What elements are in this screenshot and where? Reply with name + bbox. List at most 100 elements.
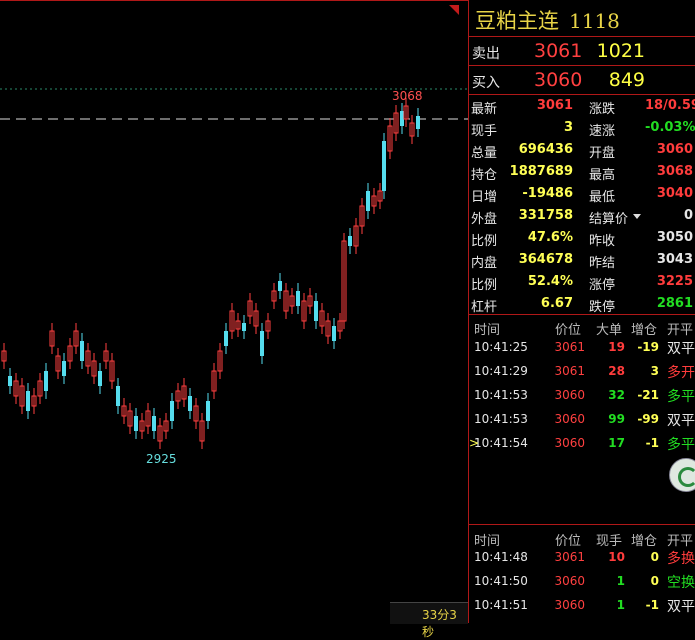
trade-volume: 99 [608,412,625,426]
stat-value: 3060 [656,142,693,157]
stat-label: 开盘 [589,146,616,161]
stat-left-3: 持仓 1887689 [471,161,573,183]
stat-left-5: 外盘 331758 [471,205,573,227]
stat-right-1: 速涨 -0.03% [589,117,695,139]
trade-increase: -19 [637,340,659,354]
countdown-timer: 33分3秒 [390,602,468,639]
stat-label: 内盘 [471,256,498,271]
trade-row[interactable]: 10:41:51 3060 1 -1 双平 [469,594,695,618]
corner-menu-icon[interactable] [449,5,459,15]
stat-value: -0.03% [645,120,695,135]
stat-label: 现手 [471,124,498,139]
candle-body [348,236,352,246]
stat-left-9: 杠杆 6.67 [471,293,573,315]
candle-body [332,326,336,341]
app-logo-icon[interactable] [669,458,695,492]
candle-body [296,291,300,306]
stat-value: 18/0.59% [645,98,695,113]
candle-body [80,341,84,361]
stat-label: 昨结 [589,256,616,271]
trade-row[interactable]: 10:41:54 3060 17 -1 多平 > [469,432,695,456]
stat-label: 日增 [471,190,498,205]
high-price-label: 3068 [392,89,423,103]
stat-value: 3 [563,120,573,135]
trade-price: 3060 [554,574,585,588]
trade-type: 多平 [667,437,695,453]
trade-price: 3060 [554,436,585,450]
candle-body [98,371,102,386]
bid-row[interactable]: 买入 3060 849 [469,67,695,95]
stat-label: 比例 [471,234,498,249]
candle-body [224,331,228,346]
instrument-title[interactable]: 豆粕主连 1118 [475,5,620,35]
trade-price: 3060 [554,388,585,402]
stat-label: 外盘 [471,212,498,227]
stat-value: 47.6% [527,230,573,245]
stat-right-8: 涨停 3225 [589,271,695,293]
candle-body [170,401,174,421]
candle-body [382,141,386,191]
candle-body [242,323,246,331]
trade-increase: -21 [637,388,659,402]
stat-left-1: 现手 3 [471,117,573,139]
stat-right-4: 最低 3040 [589,183,695,205]
trade-volume: 17 [608,436,625,450]
candle-body [44,371,48,391]
bid-volume: 849 [608,69,645,91]
stat-value: -19486 [522,186,573,201]
candle-body [62,361,66,376]
candlestick-chart[interactable]: 3068 2925 33分3秒 [0,0,468,639]
trade-increase: 3 [650,364,659,378]
stat-value: 6.67 [540,296,573,311]
trade-volume: 28 [608,364,625,378]
trade-time: 10:41:25 [474,340,528,354]
stat-right-3: 最高 3068 [589,161,695,183]
candle-body [260,331,264,356]
trade-row[interactable]: 10:41:25 3061 19 -19 双平 [469,336,695,360]
stat-value: 3225 [656,274,693,289]
stat-label: 总量 [471,146,498,161]
candle-body [206,401,210,421]
stat-right-9: 跌停 2861 [589,293,695,315]
stat-label: 最高 [589,168,616,183]
instrument-name: 豆粕主连 [475,9,559,33]
stat-value: 696436 [518,142,573,157]
quote-panel: 豆粕主连 1118 卖出 3061 1021 买入 3060 849 最新 3061… [468,0,695,623]
stat-value: 3040 [656,186,693,201]
stat-label: 最低 [589,190,616,205]
stat-value: 2861 [656,296,693,311]
trade-volume: 1 [616,598,625,612]
low-price-label: 2925 [146,452,177,466]
stat-left-0: 最新 3061 [471,95,573,117]
trade-type: 双平 [667,341,695,357]
stat-label: 最新 [471,102,498,117]
stat-right-6: 昨收 3050 [589,227,695,249]
trade-row[interactable]: 10:41:29 3061 28 3 多开 [469,360,695,384]
trade-price: 3060 [554,598,585,612]
trade-price: 3060 [554,412,585,426]
settle-dropdown-icon[interactable] [633,214,641,219]
instrument-code: 1118 [569,9,620,33]
candle-body [188,396,192,411]
trade-price: 3061 [554,364,585,378]
candle-body [366,191,370,211]
trade-time: 10:41:29 [474,364,528,378]
trade-row[interactable]: 10:41:53 3060 99 -99 双平 [469,408,695,432]
trade-row[interactable]: 10:41:50 3060 1 0 空换 [469,570,695,594]
trade-price: 3061 [554,550,585,564]
trade-type: 双平 [667,599,695,615]
bid-price: 3060 [534,69,583,91]
trade-time: 10:41:48 [474,550,528,564]
ask-row[interactable]: 卖出 3061 1021 [469,38,695,66]
stat-label: 杠杆 [471,300,498,315]
trade-type: 双平 [667,413,695,429]
trade-type: 空换 [667,575,695,591]
trade-row[interactable]: 10:41:48 3061 10 0 多换 [469,546,695,570]
candle-body [400,111,404,126]
stat-right-5: 结算价 0 [589,205,695,227]
candle-body [278,281,282,291]
trade-increase: 0 [650,550,659,564]
candle-body [314,301,318,321]
stat-label: 涨停 [589,278,616,293]
trade-row[interactable]: 10:41:53 3060 32 -21 多平 [469,384,695,408]
